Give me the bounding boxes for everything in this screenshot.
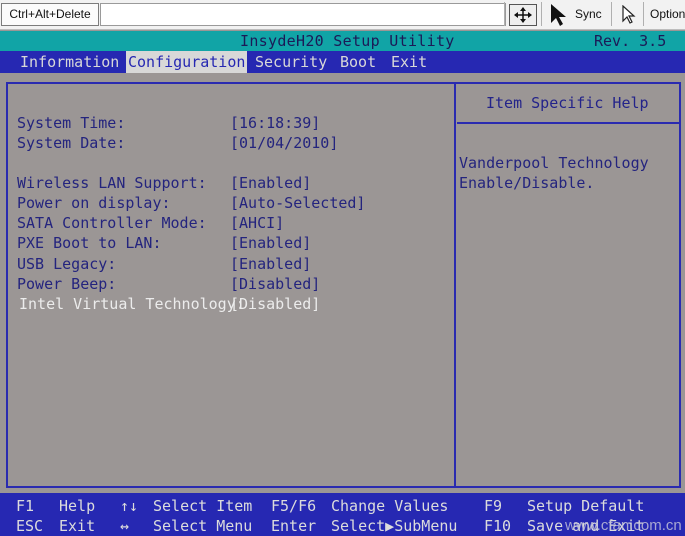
toolbar-separator [643,2,644,26]
menu-configuration[interactable]: Configuration [126,51,248,73]
wireless-lan-value[interactable]: [Enabled] [230,174,311,192]
help-divider [457,122,680,124]
updown-label: Select Item [153,497,253,515]
menu-security[interactable]: Security [253,51,329,73]
f1-label: Help [59,497,96,515]
f9-key: F9 [484,497,503,515]
intel-vt-value[interactable]: [Disabled] [230,295,320,313]
system-date-label: System Date: [17,134,126,152]
power-beep-label: Power Beep: [17,275,117,293]
sata-mode-label: SATA Controller Mode: [17,214,207,232]
enter-label: Select▶SubMenu [331,517,458,535]
usb-legacy-value[interactable]: [Enabled] [230,255,311,273]
f5f6-label: Change Values [331,497,449,515]
bios-title: InsydeH20 Setup Utility [240,32,455,50]
leftright-key: ↔ [120,517,130,535]
fit-to-window-icon[interactable] [509,4,537,26]
f1-key: F1 [16,497,35,515]
usb-legacy-label: USB Legacy: [17,255,117,273]
esc-key: ESC [16,517,44,535]
help-title: Item Specific Help [486,94,649,112]
f10-key: F10 [484,517,512,535]
system-time-label: System Time: [17,114,126,132]
toolbar-separator [611,2,612,26]
enter-key: Enter [271,517,317,535]
sata-mode-value[interactable]: [AHCI] [230,214,284,232]
toolbar-input-area[interactable] [100,3,506,26]
leftright-label: Select Menu [153,517,253,535]
power-beep-value[interactable]: [Disabled] [230,275,320,293]
watermark: www.cfan.com.cn [565,517,682,534]
help-text-line: Vanderpool Technology [459,154,649,172]
updown-key: ↑↓ [120,497,139,515]
menu-information[interactable]: Information [18,51,121,73]
pxe-boot-label: PXE Boot to LAN: [17,234,162,252]
intel-vt-label[interactable]: Intel Virtual Technology: [19,295,245,313]
pointer-outline-icon[interactable] [619,4,637,25]
toolbar-separator [541,2,542,26]
system-time-value[interactable]: [16:18:39] [230,114,320,132]
f5f6-key: F5/F6 [271,497,317,515]
toolbar-separator [504,2,505,26]
remote-toolbar: Ctrl+Alt+Delete Sync Options [0,0,685,30]
options-menu[interactable]: Options [650,7,685,21]
menu-exit[interactable]: Exit [389,51,429,73]
pxe-boot-value[interactable]: [Enabled] [230,234,311,252]
help-panel [454,82,681,488]
sync-label[interactable]: Sync [575,7,602,21]
bios-title-bar: InsydeH20 Setup Utility Rev. 3.5 [0,31,685,51]
power-on-display-value[interactable]: [Auto-Selected] [230,194,365,212]
f9-label: Setup Default [527,497,645,515]
mouse-cursor-icon[interactable] [547,3,569,27]
menu-boot[interactable]: Boot [338,51,378,73]
bios-menu-bar: Information Configuration Security Boot … [0,51,685,73]
wireless-lan-label: Wireless LAN Support: [17,174,207,192]
system-date-value[interactable]: [01/04/2010] [230,134,338,152]
esc-label: Exit [59,517,96,535]
bios-revision: Rev. 3.5 [594,32,667,50]
ctrl-alt-delete-button[interactable]: Ctrl+Alt+Delete [1,3,99,26]
power-on-display-label: Power on display: [17,194,171,212]
help-text-line: Enable/Disable. [459,174,595,192]
